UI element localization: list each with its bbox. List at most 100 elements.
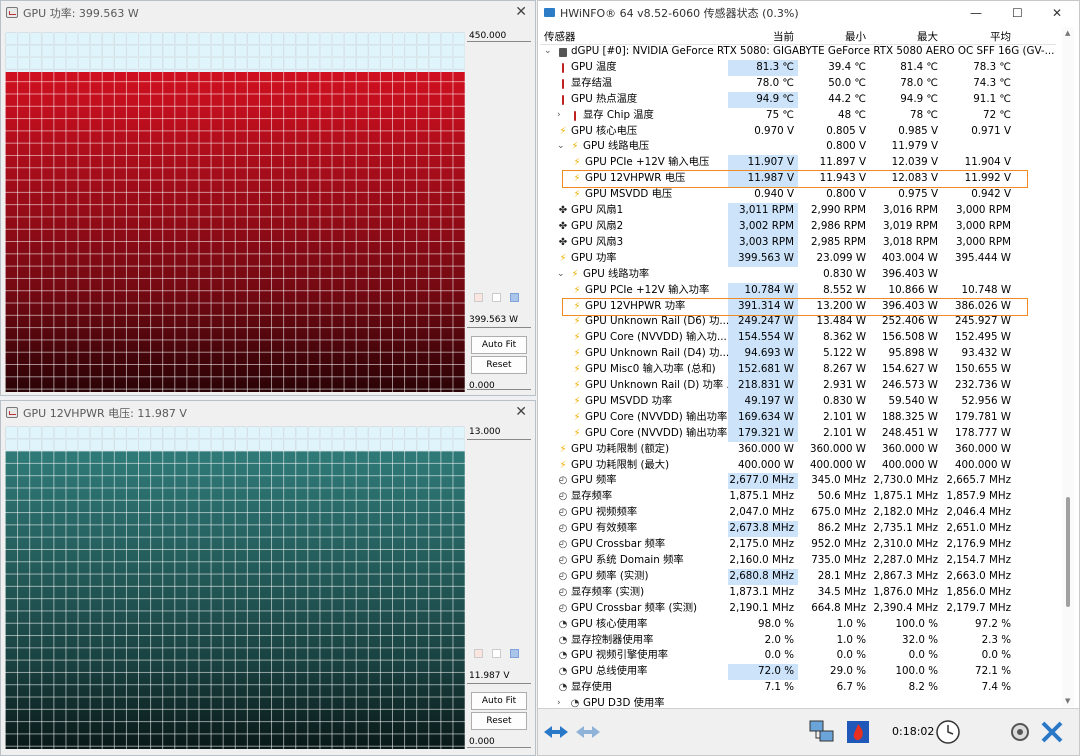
close-icon[interactable]: ✕	[1052, 6, 1062, 20]
sensor-row[interactable]: ⚡ GPU PCIe +12V 输入电压 11.907 V 11.897 V 12.03…	[540, 155, 1056, 172]
sensor-row[interactable]: GPU 热点温度 94.9 ℃ 44.2 ℃ 94.9 ℃ 91.1 ℃	[540, 91, 1056, 108]
column-max[interactable]: 最大	[870, 27, 942, 44]
sensor-name-cell: 显存结温	[540, 76, 728, 92]
minimize-icon[interactable]: —	[970, 6, 982, 20]
sensor-row[interactable]: ⚡ GPU 功耗限制 (额定) 360.000 W 360.000 W 360.000 …	[540, 442, 1056, 458]
usage-icon: ◔	[558, 682, 568, 694]
auto-fit-button[interactable]: Auto Fit	[471, 692, 527, 710]
sensor-row[interactable]: 显存结温 78.0 ℃ 50.0 ℃ 78.0 ℃ 74.3 ℃	[540, 76, 1056, 92]
scroll-down-icon[interactable]: ▼	[1065, 697, 1070, 705]
collapse-arrow-icon[interactable]: ⌄	[557, 139, 565, 155]
sensor-row[interactable]: ⌄ ⚡ GPU 线路电压 0.800 V 11.979 V	[540, 139, 1056, 155]
color-swatch[interactable]	[492, 293, 501, 302]
clock-icon: ◴	[558, 475, 568, 487]
sensor-row[interactable]: GPU 温度 81.3 ℃ 39.4 ℃ 81.4 ℃ 78.3 ℃	[540, 59, 1056, 76]
value-current: 400.000 W	[737, 458, 794, 471]
sensor-row[interactable]: ◴ 显存频率 (实测) 1,873.1 MHz 34.5 MHz 1,876.0 MHz…	[540, 585, 1056, 601]
sensor-row[interactable]: ◴ 显存频率 1,875.1 MHz 50.6 MHz 1,875.1 MHz 1,857…	[540, 489, 1056, 505]
color-swatch[interactable]	[474, 649, 483, 658]
scrollbar-thumb[interactable]	[1066, 497, 1070, 607]
network-icon[interactable]	[808, 718, 836, 746]
reset-button[interactable]: Reset	[471, 356, 527, 374]
close-app-icon[interactable]	[1038, 718, 1066, 746]
value-max: 78 ℃	[910, 108, 938, 121]
value-current: 152.681 W	[728, 362, 798, 379]
sensor-row[interactable]: ⚡ GPU Unknown Rail (D) 功率 ... 218.831 W 2.9…	[540, 378, 1056, 394]
column-current[interactable]: 当前	[728, 27, 798, 44]
sensor-row[interactable]: ⚡ GPU Core (NVVDD) 输出功率 169.634 W 2.101 W 18…	[540, 409, 1056, 426]
expand-arrow-icon[interactable]: ›	[557, 108, 561, 124]
sensor-row[interactable]: ⚡ GPU MSVDD 功率 49.197 W 0.830 W 59.540 W 52.9…	[540, 393, 1056, 410]
sensor-row[interactable]: ◴ GPU Crossbar 频率 2,175.0 MHz 952.0 MHz 2,31…	[540, 537, 1056, 553]
auto-fit-button[interactable]: Auto Fit	[471, 336, 527, 354]
sensor-row[interactable]: ⌄ ⚡ GPU 线路功率 0.830 W 396.403 W	[540, 267, 1056, 283]
close-icon[interactable]: ✕	[515, 4, 527, 20]
sensor-row[interactable]: ⚡ GPU Unknown Rail (D6) 功... 249.247 W 13.4…	[540, 314, 1056, 331]
scroll-up-icon[interactable]: ▲	[1065, 29, 1070, 37]
color-swatch[interactable]	[492, 649, 501, 658]
nav-left-right-icon[interactable]	[542, 718, 570, 746]
device-row[interactable]: ⌄ dGPU [#0]: NVIDIA GeForce RTX 5080: GI…	[540, 44, 1056, 60]
cpu-flame-icon[interactable]	[844, 718, 872, 746]
value-current: 154.554 W	[728, 330, 798, 347]
sensor-row[interactable]: ◔ 显存使用 7.1 % 6.7 % 8.2 % 7.4 %	[540, 680, 1056, 696]
reset-button[interactable]: Reset	[471, 712, 527, 730]
hwinfo-titlebar[interactable]: HWiNFO® 64 v8.52-6060 传感器状态 (0.3%) — ☐ ✕	[538, 1, 1079, 25]
sensor-label: 显存频率 (实测)	[571, 585, 645, 598]
sensor-row[interactable]: ✤ GPU 风扇1 3,011 RPM 2,990 RPM 3,016 RPM 3,000…	[540, 203, 1056, 219]
sensor-row[interactable]: ⚡ GPU Misc0 输入功率 (总和) 152.681 W 8.267 W 154.…	[540, 362, 1056, 379]
clock-icon[interactable]	[934, 718, 962, 746]
color-swatch[interactable]	[510, 649, 519, 658]
vertical-scrollbar[interactable]: ▲ ▼	[1062, 27, 1074, 707]
value-current: 169.634 W	[728, 409, 798, 426]
value-max: 0.985 V	[898, 124, 938, 137]
sensor-row[interactable]: ⚡ GPU Unknown Rail (D4) 功... 94.693 W 5.122…	[540, 346, 1056, 363]
settings-icon[interactable]	[1006, 718, 1034, 746]
collapse-arrow-icon[interactable]: ⌄	[544, 44, 552, 60]
value-max: 2,867.3 MHz	[873, 569, 938, 582]
value-min: 0.805 V	[826, 124, 866, 137]
voltage-graph-titlebar[interactable]: GPU 12VHPWR 电压: 11.987 V ✕	[1, 401, 535, 425]
color-swatch[interactable]	[474, 293, 483, 302]
column-min[interactable]: 最小	[798, 27, 870, 44]
maximize-icon[interactable]: ☐	[1012, 6, 1023, 20]
sensor-row[interactable]: ◔ GPU 总线使用率 72.0 % 29.0 % 100.0 % 72.1 %	[540, 664, 1056, 681]
sensor-row[interactable]: ✤ GPU 风扇3 3,003 RPM 2,985 RPM 3,018 RPM 3,000…	[540, 234, 1056, 251]
sensor-label: GPU 风扇1	[571, 204, 624, 217]
clock-icon: ◴	[558, 570, 568, 582]
sensor-row[interactable]: ⚡ GPU 功率 399.563 W 23.099 W 403.004 W 395.444…	[540, 250, 1056, 267]
sensor-row[interactable]: ◴ GPU 频率 2,677.0 MHz 345.0 MHz 2,730.0 MHz 2,…	[540, 473, 1056, 490]
sensor-row[interactable]: ◔ GPU 视频引擎使用率 0.0 % 0.0 % 0.0 % 0.0 %	[540, 648, 1056, 664]
value-min: 0.830 W	[823, 267, 866, 280]
sensor-row[interactable]: ⚡ GPU 功耗限制 (最大) 400.000 W 400.000 W 400.000 …	[540, 458, 1056, 474]
voltage-graph-title: GPU 12VHPWR 电压: 11.987 V	[23, 407, 187, 420]
power-graph-titlebar[interactable]: GPU 功率: 399.563 W ✕	[1, 1, 535, 25]
sensor-row[interactable]: ⚡ GPU Core (NVVDD) 输入功... 154.554 W 8.362 W…	[540, 330, 1056, 347]
nav-collapse-icon[interactable]	[574, 718, 602, 746]
sensor-row[interactable]: ◴ GPU 有效频率 2,673.8 MHz 86.2 MHz 2,735.1 MHz 2…	[540, 521, 1056, 538]
sensor-row[interactable]: › 显存 Chip 温度 75 ℃ 48 ℃ 78 ℃ 72 ℃	[540, 108, 1056, 124]
sensor-row[interactable]: ⚡ GPU PCIe +12V 输入功率 10.784 W 8.552 W 10.866…	[540, 282, 1056, 299]
sensor-row[interactable]: ◴ GPU 视频频率 2,047.0 MHz 675.0 MHz 2,182.0 MHz…	[540, 505, 1056, 521]
column-avg[interactable]: 平均	[942, 27, 1015, 44]
sensor-row[interactable]: ◔ GPU 核心使用率 98.0 % 1.0 % 100.0 % 97.2 %	[540, 617, 1056, 633]
value-avg: 2,176.9 MHz	[946, 538, 1011, 551]
collapse-arrow-icon[interactable]: ⌄	[557, 267, 565, 283]
sensor-row[interactable]: ⚡ GPU MSVDD 电压 0.940 V 0.800 V 0.975 V 0.942 …	[540, 187, 1056, 203]
power-graph-grid	[5, 32, 465, 392]
sensor-row[interactable]: ✤ GPU 风扇2 3,002 RPM 2,986 RPM 3,019 RPM 3,000…	[540, 218, 1056, 235]
sensor-name-cell: ✤ GPU 风扇3	[540, 235, 728, 251]
sensor-label: 显存频率	[571, 490, 613, 503]
sensor-row[interactable]: ◴ GPU Crossbar 频率 (实测) 2,190.1 MHz 664.8 MH…	[540, 601, 1056, 617]
value-max: 10.866 W	[888, 283, 938, 296]
sensor-row[interactable]: ◴ GPU 频率 (实测) 2,680.8 MHz 28.1 MHz 2,867.3 M…	[540, 568, 1056, 585]
column-sensor[interactable]: 传感器	[540, 27, 728, 44]
sensor-row[interactable]: ⚡ GPU Core (NVVDD) 输出功率 179.321 W 2.101 W 24…	[540, 425, 1056, 442]
close-icon[interactable]: ✕	[515, 404, 527, 420]
color-swatch[interactable]	[510, 293, 519, 302]
lightning-icon: ⚡	[571, 141, 579, 153]
sensor-row[interactable]: ◴ GPU 系统 Domain 频率 2,160.0 MHz 735.0 MHz 2,2…	[540, 553, 1056, 569]
sensor-row[interactable]: ⚡ GPU 核心电压 0.970 V 0.805 V 0.985 V 0.971 V	[540, 124, 1056, 140]
value-max: 100.0 %	[895, 617, 938, 630]
sensor-row[interactable]: ◔ 显存控制器使用率 2.0 % 1.0 % 32.0 % 2.3 %	[540, 633, 1056, 649]
